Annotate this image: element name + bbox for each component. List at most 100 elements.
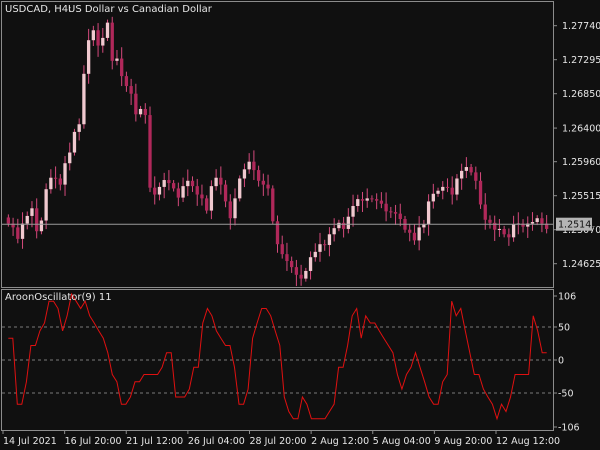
candle-body [238,178,242,199]
candle [238,175,242,202]
price-tick-label: 1.25515 [562,191,600,202]
candle [271,185,275,225]
osc-tick-label: -106 [558,423,580,434]
candle [105,19,110,41]
candle-body [101,37,105,46]
price-tick-label: 1.27295 [562,55,600,66]
candle-body [72,131,77,153]
candle-body [507,234,511,238]
candle-body [16,227,20,239]
candle-body [190,180,195,187]
candle-body [304,270,308,279]
candle-body [6,217,11,224]
candle-body [370,198,374,200]
candle-body [252,161,256,171]
candle-body [422,224,426,228]
candle-body [356,199,360,207]
current-price-badge: 1.25142 [556,217,597,231]
candle-body [469,167,473,173]
candle-body [39,220,44,232]
candle-body [323,244,327,246]
candle-body [271,188,275,222]
osc-tick-label: 50 [558,322,570,333]
candle-body [49,177,53,190]
candle-body [346,216,350,229]
candle-body [171,183,176,189]
candle-body [511,224,516,238]
candle-body [228,201,232,219]
candle-body [91,30,96,41]
symbol-timeframe: USDCAD, H4: [5,4,72,15]
candle [72,128,77,156]
candle-body [393,212,398,214]
candle-body [44,189,48,221]
candle-body [195,186,199,195]
candle-body [365,198,369,201]
osc-tick-label: 0 [558,356,564,367]
candle-body [266,184,270,189]
candle-body [143,108,147,116]
candle-body [375,199,379,201]
price-tick-label: 1.25960 [562,157,600,168]
candle-body [360,199,365,201]
candle-body [280,244,284,255]
candle-body [275,221,280,245]
chart-window[interactable]: 1.27740 1.27295 1.26850 1.26400 1.25960 1.255… [0,0,600,450]
candle-body [431,193,435,202]
candle-body [110,22,114,61]
candle-body [412,232,417,241]
candle-body [153,187,157,195]
candle-body [129,86,133,94]
candle-body [176,188,180,198]
candle-body [332,228,336,235]
candle-body [233,198,237,219]
candle-body [200,194,204,199]
candle-body [464,167,469,171]
candle-body [181,186,185,198]
candle-body [82,73,86,125]
candle-body [96,30,100,46]
candle-body [77,124,81,132]
current-price-label: 1.25142 [558,220,597,231]
time-tick-label: 9 Aug 20:00 [434,436,492,447]
candle-body [384,203,388,212]
candle-body [502,228,506,235]
candle-body [242,169,247,179]
candle [82,65,86,129]
candle-body [219,177,223,185]
candle-body [450,187,454,195]
candle-body [214,177,218,187]
candle-body [483,204,487,220]
time-tick-label: 2 Aug 12:00 [311,436,369,447]
candle-body [436,190,440,194]
candle-body [162,180,166,187]
candle-body [30,208,34,216]
candle-body [530,222,535,224]
candle-body [35,208,39,232]
candle-body [138,108,143,115]
candle-body [389,211,393,213]
candle-body [426,201,431,225]
candle-body [115,58,119,61]
candle-body [247,161,251,170]
candle-body [408,229,412,233]
candle-body [299,274,303,279]
candle-body [478,180,483,205]
candle-body [290,261,294,268]
candle-body [58,178,62,185]
candle-body [157,186,162,195]
candle-body [167,180,171,184]
candle-body [540,218,544,224]
candle-body [20,223,25,239]
candle-body [205,198,209,211]
time-tick-label: 5 Aug 04:00 [373,436,431,447]
candle-body [379,200,384,204]
candle-body [256,170,261,181]
candle-body [120,58,124,77]
candle-body [488,219,492,223]
price-tick-label: 1.26400 [562,124,600,135]
time-tick-label: 12 Aug 12:00 [496,436,560,447]
price-tick-label: 1.26850 [562,89,600,100]
candle-body [148,115,152,188]
candle-body [68,152,72,164]
